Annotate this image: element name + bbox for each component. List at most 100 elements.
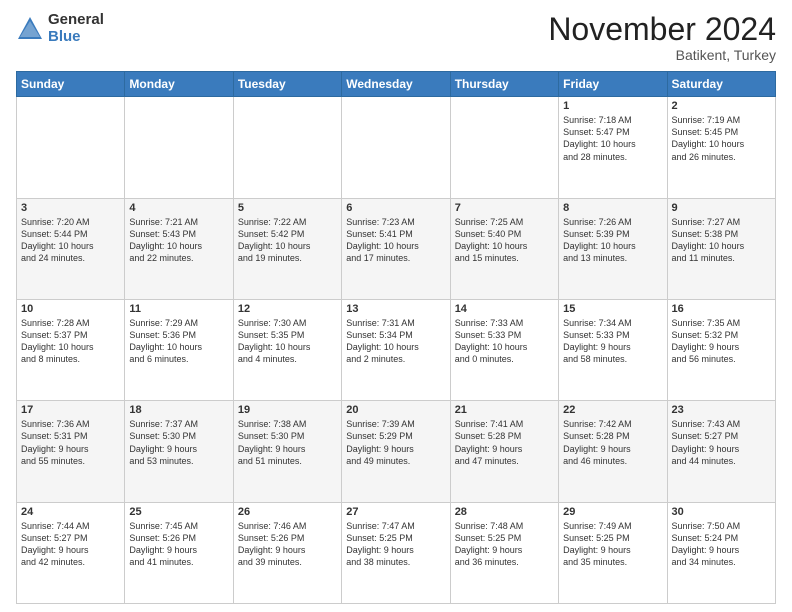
calendar-cell: 18 Sunrise: 7:37 AM Sunset: 5:30 PM Dayli… [125, 401, 233, 502]
calendar-cell: 29 Sunrise: 7:49 AM Sunset: 5:25 PM Dayli… [559, 502, 667, 603]
day-number: 12 [238, 303, 337, 315]
calendar-cell: 11 Sunrise: 7:29 AM Sunset: 5:36 PM Dayli… [125, 299, 233, 400]
day-number: 22 [563, 404, 662, 416]
calendar-cell: 8 Sunrise: 7:26 AM Sunset: 5:39 PM Daylig… [559, 198, 667, 299]
calendar-cell: 16 Sunrise: 7:35 AM Sunset: 5:32 PM Dayli… [667, 299, 775, 400]
calendar-cell: 5 Sunrise: 7:22 AM Sunset: 5:42 PM Daylig… [233, 198, 341, 299]
day-number: 4 [129, 202, 228, 214]
day-number: 10 [21, 303, 120, 315]
day-number: 9 [672, 202, 771, 214]
day-info: Sunrise: 7:41 AM Sunset: 5:28 PM Dayligh… [455, 418, 554, 467]
calendar-cell: 28 Sunrise: 7:48 AM Sunset: 5:25 PM Dayli… [450, 502, 558, 603]
day-info: Sunrise: 7:21 AM Sunset: 5:43 PM Dayligh… [129, 216, 228, 265]
title-block: November 2024 Batikent, Turkey [548, 12, 776, 63]
day-info: Sunrise: 7:25 AM Sunset: 5:40 PM Dayligh… [455, 216, 554, 265]
day-number: 7 [455, 202, 554, 214]
day-info: Sunrise: 7:28 AM Sunset: 5:37 PM Dayligh… [21, 317, 120, 366]
calendar-cell: 26 Sunrise: 7:46 AM Sunset: 5:26 PM Dayli… [233, 502, 341, 603]
day-info: Sunrise: 7:33 AM Sunset: 5:33 PM Dayligh… [455, 317, 554, 366]
day-info: Sunrise: 7:23 AM Sunset: 5:41 PM Dayligh… [346, 216, 445, 265]
day-number: 18 [129, 404, 228, 416]
day-info: Sunrise: 7:35 AM Sunset: 5:32 PM Dayligh… [672, 317, 771, 366]
day-number: 25 [129, 506, 228, 518]
day-number: 26 [238, 506, 337, 518]
calendar-cell [233, 97, 341, 198]
day-info: Sunrise: 7:34 AM Sunset: 5:33 PM Dayligh… [563, 317, 662, 366]
day-info: Sunrise: 7:49 AM Sunset: 5:25 PM Dayligh… [563, 520, 662, 569]
day-number: 24 [21, 506, 120, 518]
day-info: Sunrise: 7:30 AM Sunset: 5:35 PM Dayligh… [238, 317, 337, 366]
calendar-cell: 25Sunrise: 7:45 AM Sunset: 5:26 PM Dayli… [125, 502, 233, 603]
calendar-cell: 13 Sunrise: 7:31 AM Sunset: 5:34 PM Dayli… [342, 299, 450, 400]
day-number: 13 [346, 303, 445, 315]
day-info: Sunrise: 7:31 AM Sunset: 5:34 PM Dayligh… [346, 317, 445, 366]
day-info: Sunrise: 7:44 AM Sunset: 5:27 PM Dayligh… [21, 520, 120, 569]
calendar-cell: 22 Sunrise: 7:42 AM Sunset: 5:28 PM Dayli… [559, 401, 667, 502]
calendar-cell [17, 97, 125, 198]
calendar-cell: 9 Sunrise: 7:27 AM Sunset: 5:38 PM Daylig… [667, 198, 775, 299]
calendar-header-row: Sunday Monday Tuesday Wednesday Thursday… [17, 72, 776, 97]
day-info: Sunrise: 7:46 AM Sunset: 5:26 PM Dayligh… [238, 520, 337, 569]
day-number: 27 [346, 506, 445, 518]
day-info: Sunrise: 7:20 AM Sunset: 5:44 PM Dayligh… [21, 216, 120, 265]
day-info: Sunrise: 7:38 AM Sunset: 5:30 PM Dayligh… [238, 418, 337, 467]
location: Batikent, Turkey [548, 47, 776, 63]
day-number: 15 [563, 303, 662, 315]
logo-blue-text: Blue [48, 29, 104, 46]
day-number: 20 [346, 404, 445, 416]
day-number: 17 [21, 404, 120, 416]
calendar: Sunday Monday Tuesday Wednesday Thursday… [16, 71, 776, 604]
day-info: Sunrise: 7:43 AM Sunset: 5:27 PM Dayligh… [672, 418, 771, 467]
week-row-1: 1 Sunrise: 7:18 AM Sunset: 5:47 PM Daylig… [17, 97, 776, 198]
col-saturday: Saturday [667, 72, 775, 97]
header: General Blue November 2024 Batikent, Tur… [16, 12, 776, 63]
day-info: Sunrise: 7:39 AM Sunset: 5:29 PM Dayligh… [346, 418, 445, 467]
calendar-cell: 27 Sunrise: 7:47 AM Sunset: 5:25 PM Dayli… [342, 502, 450, 603]
col-tuesday: Tuesday [233, 72, 341, 97]
calendar-cell: 2Sunrise: 7:19 AM Sunset: 5:45 PM Daylig… [667, 97, 775, 198]
calendar-cell: 30Sunrise: 7:50 AM Sunset: 5:24 PM Dayli… [667, 502, 775, 603]
logo-general-text: General [48, 12, 104, 29]
day-number: 6 [346, 202, 445, 214]
day-number: 23 [672, 404, 771, 416]
calendar-cell: 20 Sunrise: 7:39 AM Sunset: 5:29 PM Dayli… [342, 401, 450, 502]
calendar-cell: 6 Sunrise: 7:23 AM Sunset: 5:41 PM Daylig… [342, 198, 450, 299]
day-number: 3 [21, 202, 120, 214]
day-number: 5 [238, 202, 337, 214]
day-number: 14 [455, 303, 554, 315]
calendar-cell: 3 Sunrise: 7:20 AM Sunset: 5:44 PM Daylig… [17, 198, 125, 299]
calendar-cell: 15 Sunrise: 7:34 AM Sunset: 5:33 PM Dayli… [559, 299, 667, 400]
day-info: Sunrise: 7:47 AM Sunset: 5:25 PM Dayligh… [346, 520, 445, 569]
day-number: 11 [129, 303, 228, 315]
month-title: November 2024 [548, 12, 776, 47]
week-row-3: 10 Sunrise: 7:28 AM Sunset: 5:37 PM Dayli… [17, 299, 776, 400]
day-number: 21 [455, 404, 554, 416]
day-info: Sunrise: 7:48 AM Sunset: 5:25 PM Dayligh… [455, 520, 554, 569]
calendar-cell: 4 Sunrise: 7:21 AM Sunset: 5:43 PM Daylig… [125, 198, 233, 299]
calendar-cell: 14 Sunrise: 7:33 AM Sunset: 5:33 PM Dayli… [450, 299, 558, 400]
calendar-cell: 1 Sunrise: 7:18 AM Sunset: 5:47 PM Daylig… [559, 97, 667, 198]
day-number: 16 [672, 303, 771, 315]
logo-text: General Blue [48, 12, 104, 45]
day-info: Sunrise: 7:27 AM Sunset: 5:38 PM Dayligh… [672, 216, 771, 265]
day-info: Sunrise: 7:22 AM Sunset: 5:42 PM Dayligh… [238, 216, 337, 265]
day-info: Sunrise: 7:37 AM Sunset: 5:30 PM Dayligh… [129, 418, 228, 467]
day-info: Sunrise: 7:50 AM Sunset: 5:24 PM Dayligh… [672, 520, 771, 569]
day-number: 8 [563, 202, 662, 214]
calendar-cell: 23 Sunrise: 7:43 AM Sunset: 5:27 PM Dayli… [667, 401, 775, 502]
col-monday: Monday [125, 72, 233, 97]
day-info: Sunrise: 7:42 AM Sunset: 5:28 PM Dayligh… [563, 418, 662, 467]
calendar-cell: 12 Sunrise: 7:30 AM Sunset: 5:35 PM Dayli… [233, 299, 341, 400]
day-info: Sunrise: 7:26 AM Sunset: 5:39 PM Dayligh… [563, 216, 662, 265]
calendar-cell: 24 Sunrise: 7:44 AM Sunset: 5:27 PM Dayli… [17, 502, 125, 603]
col-friday: Friday [559, 72, 667, 97]
day-info: Sunrise: 7:29 AM Sunset: 5:36 PM Dayligh… [129, 317, 228, 366]
day-info: Sunrise: 7:18 AM Sunset: 5:47 PM Dayligh… [563, 114, 662, 163]
day-number: 29 [563, 506, 662, 518]
day-number: 28 [455, 506, 554, 518]
week-row-5: 24 Sunrise: 7:44 AM Sunset: 5:27 PM Dayli… [17, 502, 776, 603]
day-number: 1 [563, 100, 662, 112]
logo: General Blue [16, 12, 104, 45]
day-info: Sunrise: 7:19 AM Sunset: 5:45 PM Dayligh… [672, 114, 771, 163]
col-sunday: Sunday [17, 72, 125, 97]
